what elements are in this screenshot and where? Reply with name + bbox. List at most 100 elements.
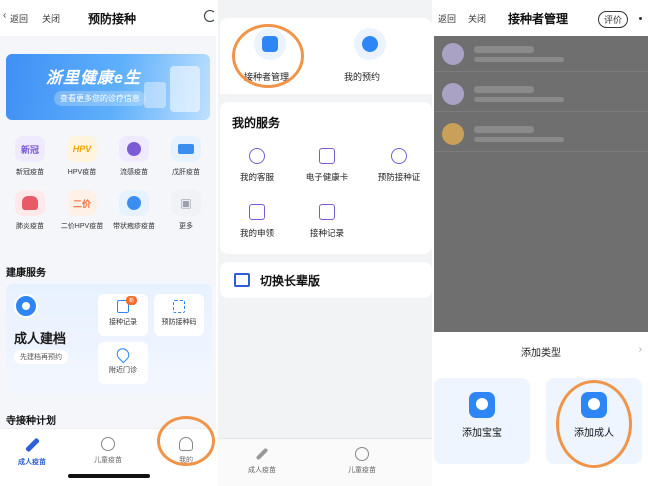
back-button[interactable]: 返回	[438, 12, 456, 25]
tile-label: 附近门诊	[109, 367, 137, 374]
top-bar: 返回 关闭 接种者管理 评价	[434, 0, 648, 36]
vaccine-item[interactable]: ▣ 更多	[160, 190, 212, 231]
more-dot-icon[interactable]	[639, 17, 642, 20]
my-appointment-button[interactable]: 我的预约	[330, 24, 410, 88]
tab-adult-vaccine[interactable]: 成人疫苗	[2, 437, 62, 467]
bivalent-hpv-icon: 二价	[67, 190, 97, 216]
vaccine-label: 戊肝疫苗	[172, 169, 200, 176]
vaccine-item[interactable]: 二价 二价HPV疫苗	[56, 190, 108, 231]
hpv-vaccine-icon: HPV	[67, 136, 97, 162]
back-chevron-icon[interactable]: ‹	[3, 10, 6, 21]
close-button[interactable]: 关闭	[468, 12, 486, 25]
baby-face-icon	[101, 437, 115, 451]
shingles-vaccine-icon	[119, 190, 149, 216]
blurred-info	[474, 57, 564, 62]
blurred-name	[474, 46, 534, 53]
record-first-pill[interactable]: 先建档再预约	[14, 350, 68, 364]
banner-title: 浙里健康e生	[46, 70, 141, 87]
clock-icon	[354, 28, 386, 60]
my-services-card: 我的服务 我的客服 电子健康卡 预防接种证 我的申领 接种记录	[220, 102, 432, 254]
vaccine-item[interactable]: 戊肝疫苗	[160, 136, 212, 177]
vaccine-label: 新冠疫苗	[16, 169, 44, 176]
lungs-icon	[15, 190, 45, 216]
elder-mode-icon	[234, 273, 250, 287]
vaccine-label: 更多	[179, 223, 193, 230]
bottom-tab-bar: 成人疫苗 儿童疫苗	[218, 438, 432, 486]
vaccine-label: HPV疫苗	[67, 169, 97, 176]
vaccine-item[interactable]: 肺炎疫苗	[4, 190, 56, 231]
syringe-icon	[24, 437, 40, 453]
scan-code-icon	[173, 300, 185, 313]
my-services-heading: 我的服务	[232, 116, 281, 130]
vaccine-item[interactable]: 流感疫苗	[108, 136, 160, 177]
close-button[interactable]: 关闭	[42, 12, 60, 25]
health-card-button[interactable]: 电子健康卡	[292, 148, 362, 183]
vaccine-label: 肺炎疫苗	[16, 223, 44, 230]
top-bar: ‹ 返回 关闭 预防接种	[0, 0, 216, 36]
list-item	[434, 36, 648, 72]
elder-mode-label: 切换长辈版	[260, 274, 321, 288]
vaccination-home-screen: ‹ 返回 关闭 预防接种 浙里健康e生 查看更多您的诊疗信息 新冠 新冠疫苗 H…	[0, 0, 216, 486]
page-title: 预防接种	[88, 12, 137, 26]
blurred-name	[474, 86, 534, 93]
my-appointment-label: 我的预约	[344, 72, 381, 82]
vaccination-record-tile[interactable]: 新 接种记录	[98, 294, 148, 336]
list-item	[434, 76, 648, 112]
flu-vaccine-icon	[119, 136, 149, 162]
service-label: 我的申领	[239, 228, 274, 238]
tile-label: 接种记录	[109, 319, 137, 326]
list-item	[434, 116, 648, 152]
tab-label: 儿童疫苗	[94, 457, 122, 464]
page-title: 接种者管理	[508, 12, 569, 26]
health-banner[interactable]: 浙里健康e生 查看更多您的诊疗信息	[6, 54, 210, 120]
adult-record-title: 成人建档	[14, 331, 67, 346]
blurred-name	[474, 126, 534, 133]
banner-document-icon	[144, 82, 166, 108]
highlight-ring-vaccinee-management	[232, 24, 304, 88]
banner-doctor-illustration	[170, 66, 200, 112]
headset-icon	[249, 148, 265, 164]
elder-mode-switch[interactable]: 切换长辈版	[220, 262, 432, 298]
adult-record-card[interactable]: 成人建档 先建档再预约 新 接种记录 预防接种码 附近门诊	[6, 284, 212, 394]
vaccine-item[interactable]: 带状疱疹疫苗	[108, 190, 160, 231]
tab-label: 成人疫苗	[18, 459, 46, 466]
customer-service-button[interactable]: 我的客服	[222, 148, 292, 183]
covid-vaccine-icon: 新冠	[15, 136, 45, 162]
service-label: 电子健康卡	[305, 172, 349, 182]
service-label: 预防接种证	[377, 172, 421, 182]
vaccine-label: 流感疫苗	[120, 169, 148, 176]
vaccination-record-button[interactable]: 接种记录	[292, 204, 362, 239]
rate-button[interactable]: 评价	[598, 11, 629, 28]
vaccine-item[interactable]: 新冠 新冠疫苗	[4, 136, 56, 177]
new-badge: 新	[126, 296, 138, 305]
add-baby-button[interactable]: 添加宝宝	[434, 378, 530, 464]
tile-label: 预防接种码	[161, 319, 197, 326]
blurred-info	[474, 137, 564, 142]
tab-child-vaccine[interactable]: 儿童疫苗	[78, 437, 138, 465]
back-button[interactable]: 返回	[10, 12, 28, 25]
home-indicator	[68, 474, 150, 478]
baby-face-icon	[469, 392, 495, 418]
tab-adult-vaccine[interactable]: 成人疫苗	[232, 447, 292, 475]
vaccination-certificate-button[interactable]: 预防接种证	[364, 148, 432, 183]
syringe-icon	[255, 447, 269, 461]
my-application-button[interactable]: 我的申领	[222, 204, 292, 239]
vaccine-item[interactable]: HPV HPV疫苗	[56, 136, 108, 177]
banner-subtitle: 查看更多您的诊疗信息	[54, 91, 146, 106]
avatar	[442, 123, 464, 145]
vaccination-code-tile[interactable]: 预防接种码	[154, 294, 204, 336]
adult-avatar-icon	[14, 294, 38, 318]
avatar	[442, 43, 464, 65]
sheet-chevron-icon[interactable]: ›	[639, 344, 642, 355]
dimmed-vaccinee-list	[434, 36, 648, 332]
health-services-heading: 建康服务	[6, 268, 46, 279]
refresh-icon[interactable]	[204, 10, 216, 22]
highlight-ring-add-adult	[556, 380, 632, 468]
certificate-icon	[391, 148, 407, 164]
tab-child-vaccine[interactable]: 儿童疫苗	[332, 447, 392, 475]
nearby-clinic-tile[interactable]: 附近门诊	[98, 342, 148, 384]
hepatitis-e-vaccine-icon	[171, 136, 201, 162]
service-label: 接种记录	[309, 228, 344, 238]
location-pin-icon	[114, 345, 132, 364]
add-baby-label: 添加宝宝	[462, 428, 502, 439]
